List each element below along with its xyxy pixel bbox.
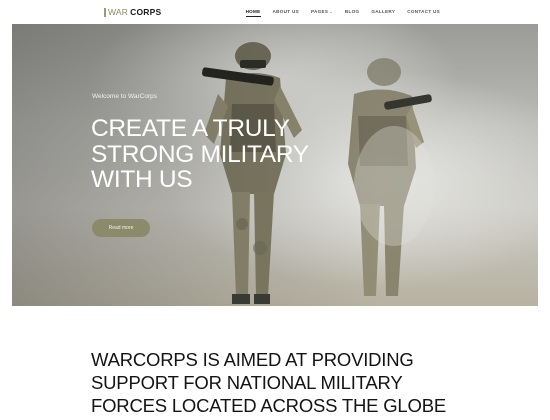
site-logo[interactable]: WAR CORPS — [104, 6, 161, 18]
logo-text-corps: CORPS — [130, 7, 162, 17]
nav-item-blog-label: BLOG — [344, 9, 360, 14]
nav-item-home-label: HOME — [245, 9, 261, 14]
read-more-button[interactable]: Read more — [92, 219, 150, 237]
nav-item-gallery-label: GALLERY — [371, 9, 396, 14]
nav-item-blog[interactable]: BLOG — [339, 9, 365, 14]
nav-item-contact-us[interactable]: CONTACT US — [401, 9, 446, 14]
logo-text-war: WAR — [108, 7, 129, 17]
hero-eyebrow: Welcome to WarCorps — [92, 93, 158, 100]
hero-banner: Welcome to WarCorps CREATE A TRULY STRON… — [12, 24, 538, 306]
nav-item-pages[interactable]: PAGES ⌄ — [305, 9, 339, 14]
about-heading: WARCORPS IS AIMED AT PROVIDING SUPPORT F… — [91, 349, 446, 416]
nav-item-gallery[interactable]: GALLERY — [365, 9, 401, 14]
nav-item-contact-us-label: CONTACT US — [407, 9, 440, 14]
hero-headline: CREATE A TRULY STRONG MILITARY WITH US — [91, 115, 309, 193]
main-nav: HOME ABOUT US PAGES ⌄ BLOG GALLERY CONTAC… — [240, 9, 446, 17]
nav-item-home[interactable]: HOME — [240, 9, 267, 17]
nav-item-about-us[interactable]: ABOUT US — [267, 9, 305, 14]
chevron-down-icon: ⌄ — [329, 9, 333, 14]
logo-mark-icon — [104, 7, 106, 17]
site-header: WAR CORPS HOME ABOUT US PAGES ⌄ BLOG GALLE… — [0, 0, 550, 24]
nav-item-about-us-label: ABOUT US — [272, 9, 299, 14]
nav-item-pages-label: PAGES — [310, 9, 329, 14]
